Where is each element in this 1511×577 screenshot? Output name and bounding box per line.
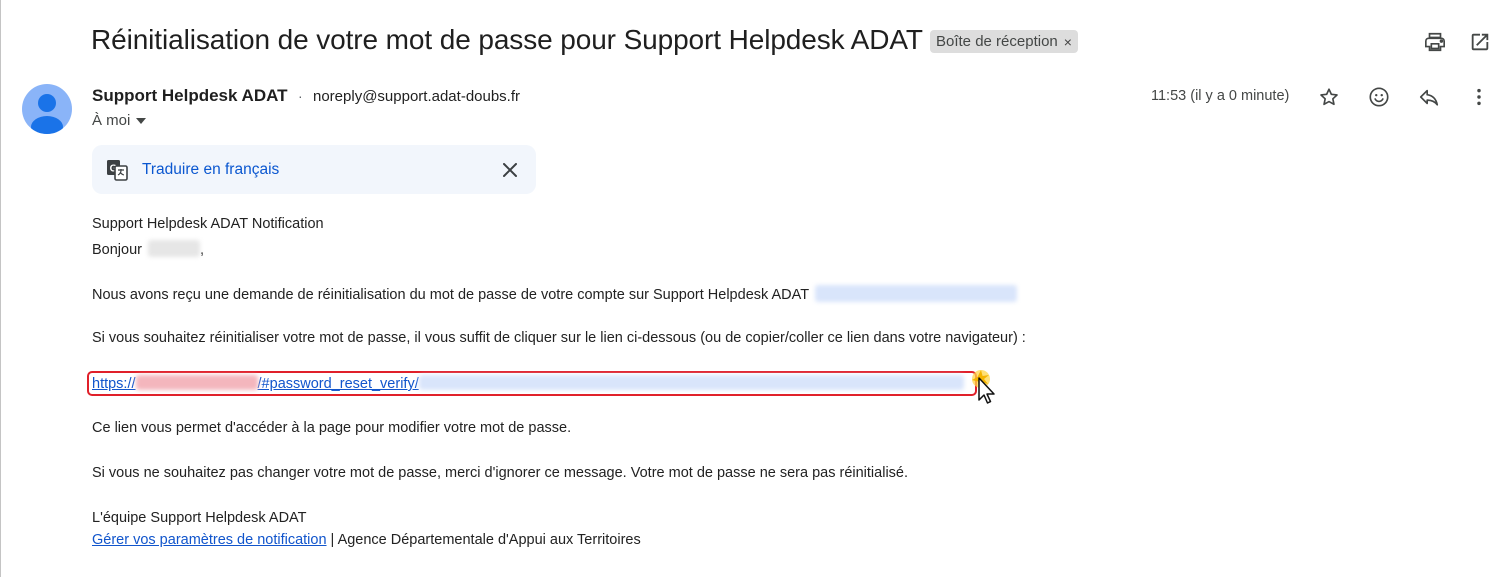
footer-separator: | [326,532,338,548]
sender-email: noreply@support.adat-doubs.fr [313,88,521,105]
star-icon[interactable] [1311,79,1347,115]
redacted-token[interactable] [418,375,964,390]
manage-notifications-link[interactable]: Gérer vos paramètres de notification [92,532,327,548]
sender-name[interactable]: Support Helpdesk ADAT [92,86,288,106]
request-text: Nous avons reçu une demande de réinitial… [92,287,809,303]
reset-link[interactable]: https:// /#password_reset_verify/ [92,375,964,392]
more-vertical-icon[interactable] [1461,79,1497,115]
reply-icon[interactable] [1411,79,1447,115]
notification-heading: Support Helpdesk ADAT Notification [92,216,324,232]
email-subject: Réinitialisation de votre mot de passe p… [91,24,923,55]
mouse-pointer-icon [965,366,999,411]
chevron-down-icon [136,117,147,124]
footer-organization: Agence Départementale d'Appui aux Territ… [337,532,641,548]
greeting-comma: , [200,242,205,258]
emoji-reaction-icon[interactable] [1361,79,1397,115]
remove-label-button[interactable]: × [1064,34,1072,50]
reset-link-prefix[interactable]: https:// [92,376,136,392]
print-icon[interactable] [1418,25,1452,59]
translate-icon: G [105,158,129,187]
explanation-paragraph: Ce lien vous permet d'accéder à la page … [92,420,572,436]
signature: L'équipe Support Helpdesk ADAT [92,510,307,526]
redacted-name [148,240,201,257]
redacted-email-link[interactable] [814,285,1017,302]
reset-link-path[interactable]: /#password_reset_verify/ [258,376,419,392]
translate-link[interactable]: Traduire en français [142,161,279,179]
email-timestamp: 11:53 (il y a 0 minute) [1151,88,1290,104]
sender-avatar[interactable] [22,84,72,134]
recipient-label: À moi [92,112,131,129]
translate-banner: G Traduire en français [92,145,536,194]
recipient-details-toggle[interactable]: À moi [92,112,147,129]
greeting-text: Bonjour [92,242,142,258]
inbox-label-chip[interactable]: Boîte de réception × [930,30,1078,53]
greeting-line: Bonjour , [92,240,204,258]
instruction-paragraph: Si vous souhaitez réinitialiser votre mo… [92,330,1026,346]
request-paragraph: Nous avons reçu une demande de réinitial… [92,285,1017,303]
redacted-domain[interactable] [135,375,258,390]
sender-separator: · [298,88,303,104]
ignore-paragraph: Si vous ne souhaitez pas changer votre m… [92,465,909,481]
open-in-new-window-icon[interactable] [1463,25,1497,59]
footer-line: Gérer vos paramètres de notification | A… [92,532,641,548]
inbox-label-text: Boîte de réception [936,33,1058,50]
close-icon[interactable] [498,158,522,182]
